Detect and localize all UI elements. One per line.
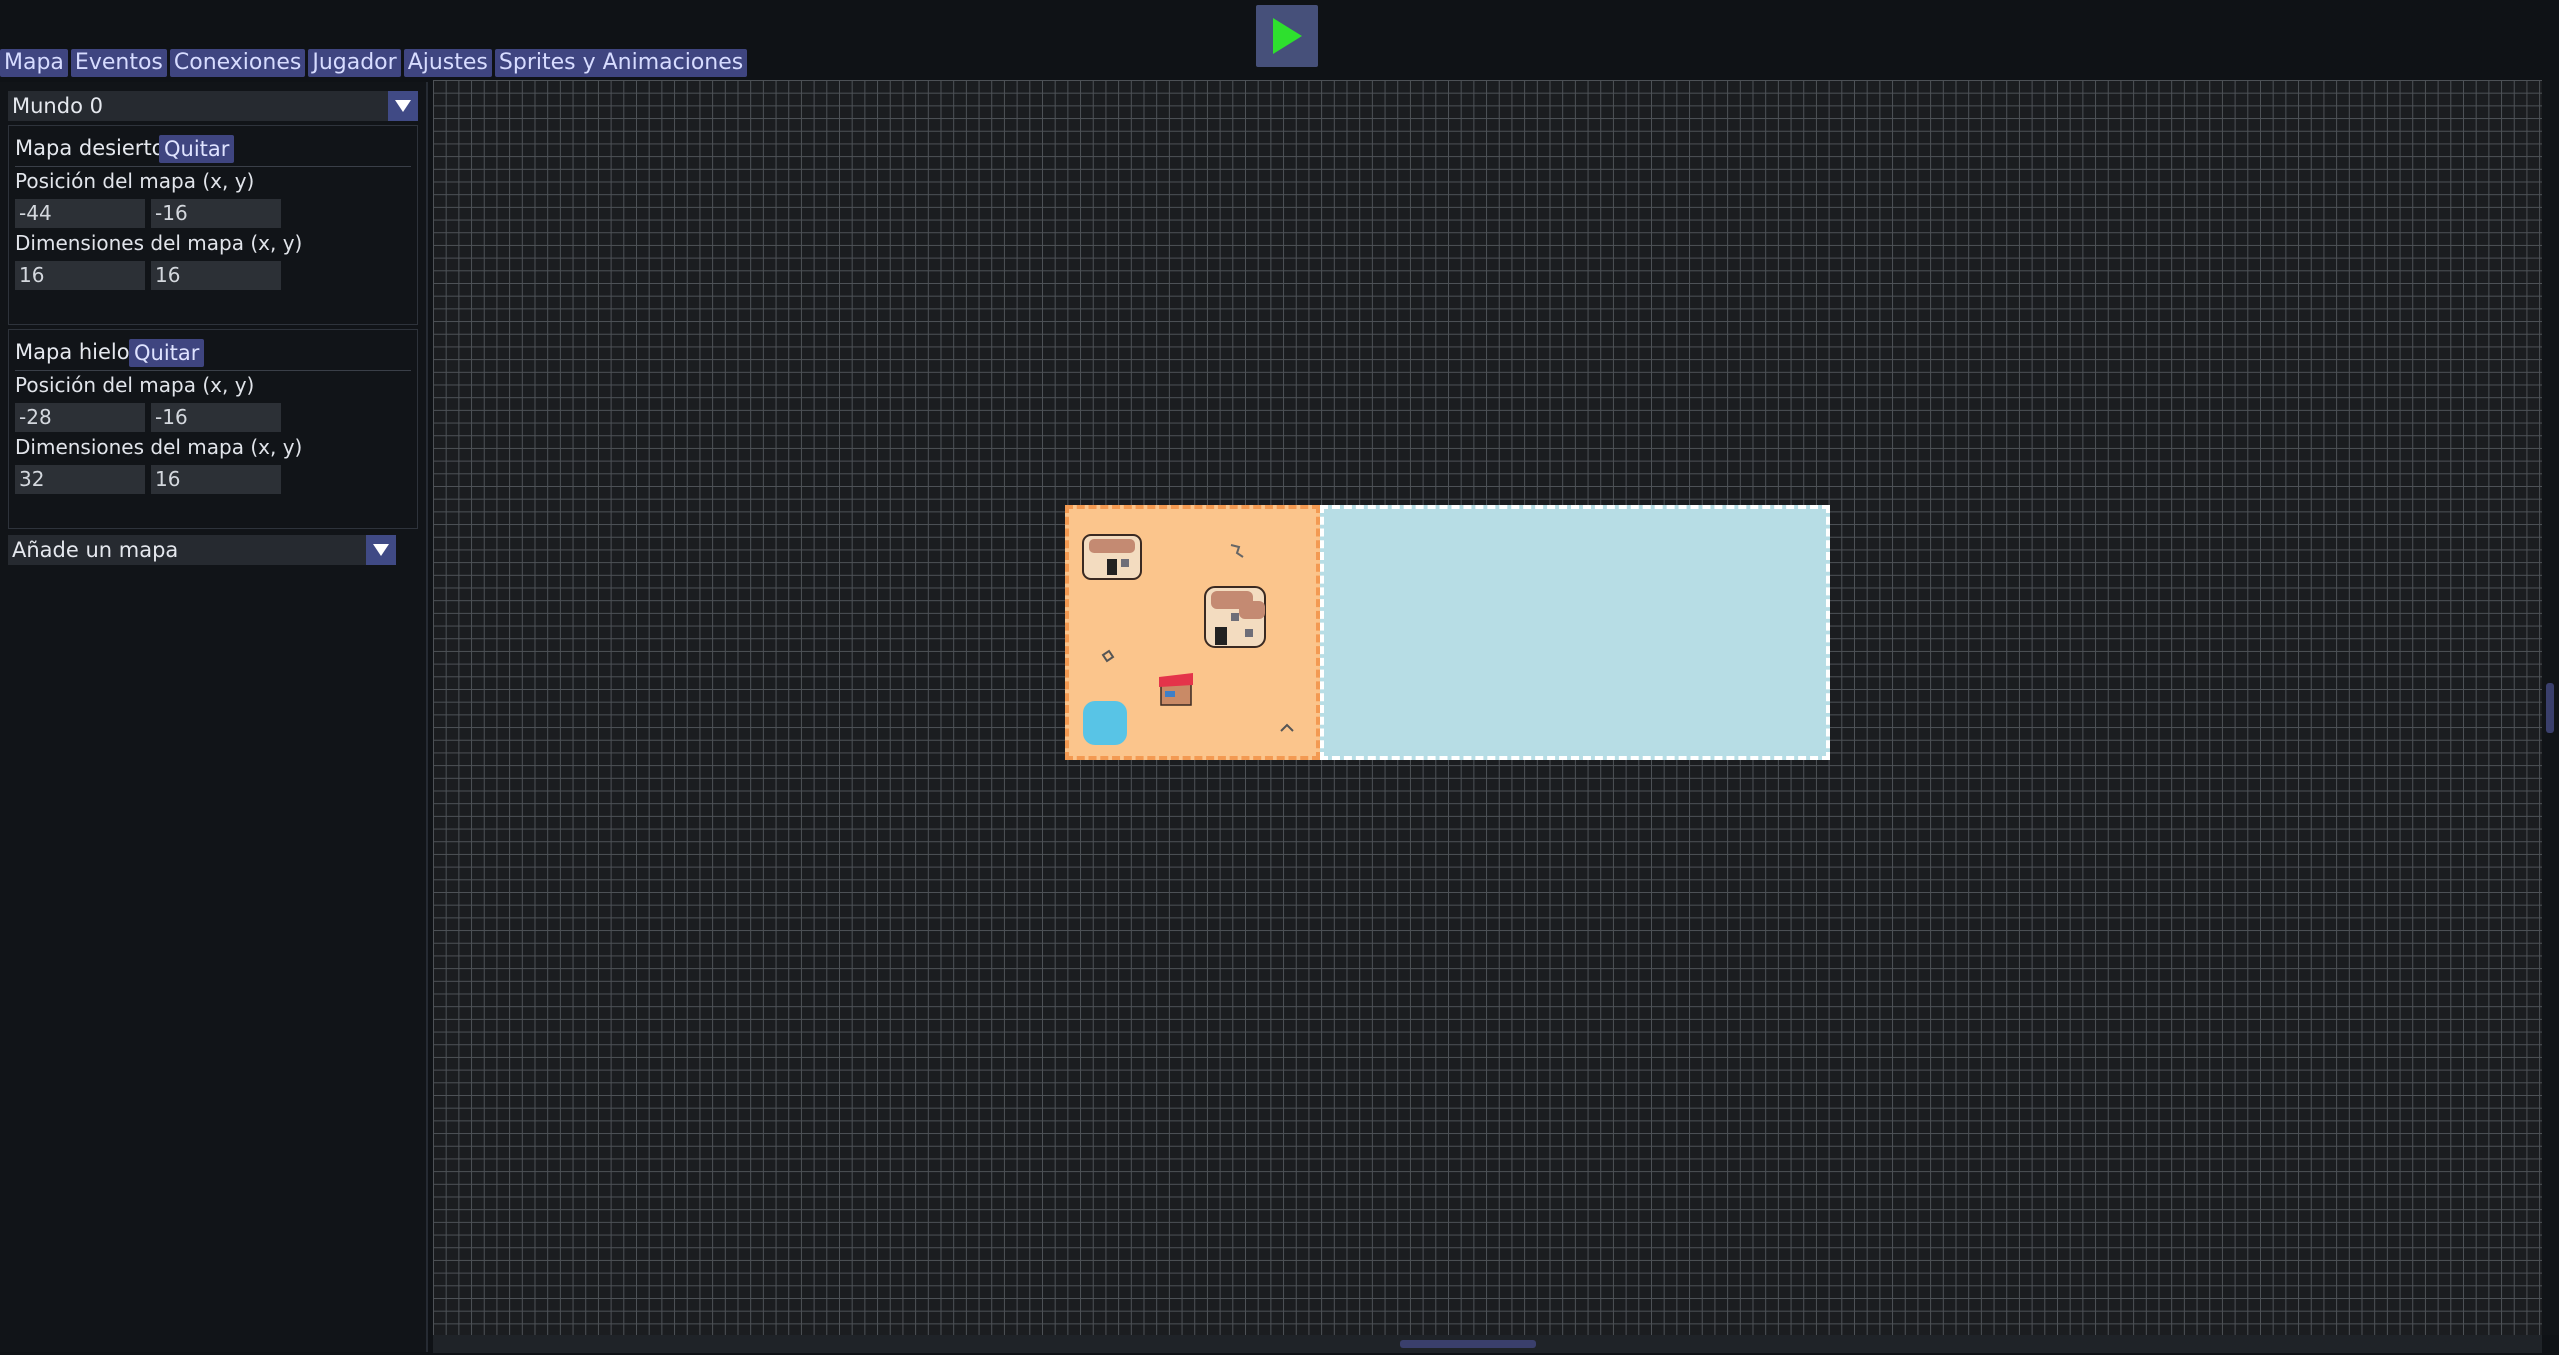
tab-bar: Mapa Eventos Conexiones Jugador Ajustes …: [0, 49, 748, 77]
divider: [15, 370, 411, 371]
dimensions-label: Dimensiones del mapa (x, y): [15, 231, 303, 255]
tab-sprites-animaciones[interactable]: Sprites y Animaciones: [494, 49, 748, 77]
dimensions-y-input[interactable]: [151, 465, 281, 494]
triangle-down-icon: [388, 91, 418, 121]
tab-jugador[interactable]: Jugador: [308, 49, 401, 77]
position-label: Posición del mapa (x, y): [15, 169, 255, 193]
building-icon: [1204, 586, 1266, 648]
horizontal-scrollbar-thumb[interactable]: [1400, 1340, 1536, 1348]
add-map-select[interactable]: Añade un mapa: [8, 535, 396, 565]
bone-icon: [1280, 723, 1294, 732]
world-select-value: Mundo 0: [12, 94, 103, 118]
tab-eventos[interactable]: Eventos: [70, 49, 167, 77]
market-stall-icon: [1159, 673, 1193, 706]
tab-ajustes[interactable]: Ajustes: [403, 49, 492, 77]
desert-map-artwork: [1082, 534, 1294, 745]
bone-icon: [1230, 544, 1244, 558]
dimensions-x-input[interactable]: [15, 465, 145, 494]
house-icon: [1082, 534, 1142, 580]
rock-icon: [1101, 649, 1115, 663]
map-canvas-grid[interactable]: [433, 80, 2542, 1335]
map-hielo-tile[interactable]: [1320, 505, 1830, 760]
map-panel-hielo: Mapa hielo Quitar Posición del mapa (x, …: [8, 329, 418, 529]
play-icon: [1273, 18, 1302, 54]
dimensions-y-input[interactable]: [151, 261, 281, 290]
tab-conexiones[interactable]: Conexiones: [169, 49, 306, 77]
map-name: Mapa hielo: [15, 340, 130, 364]
divider: [15, 166, 411, 167]
remove-map-button[interactable]: Quitar: [129, 339, 205, 367]
position-y-input[interactable]: [151, 199, 281, 228]
remove-map-button[interactable]: Quitar: [159, 135, 235, 163]
map-name: Mapa desierto: [15, 136, 165, 160]
play-button[interactable]: [1256, 5, 1318, 67]
map-panel-desierto: Mapa desierto Quitar Posición del mapa (…: [8, 125, 418, 325]
position-x-input[interactable]: [15, 403, 145, 432]
map-desierto-tile[interactable]: [1065, 505, 1320, 760]
position-y-input[interactable]: [151, 403, 281, 432]
top-bar: Mapa Eventos Conexiones Jugador Ajustes …: [0, 0, 2559, 80]
position-label: Posición del mapa (x, y): [15, 373, 255, 397]
sidebar: Mundo 0 Mapa desierto Quitar Posición de…: [0, 82, 428, 1352]
vertical-scrollbar-thumb[interactable]: [2546, 683, 2554, 733]
triangle-down-icon: [366, 535, 396, 565]
dimensions-x-input[interactable]: [15, 261, 145, 290]
add-map-select-value: Añade un mapa: [12, 538, 179, 562]
position-x-input[interactable]: [15, 199, 145, 228]
tab-mapa[interactable]: Mapa: [0, 49, 68, 77]
dimensions-label: Dimensiones del mapa (x, y): [15, 435, 303, 459]
pond-icon: [1083, 701, 1127, 745]
world-select[interactable]: Mundo 0: [8, 91, 418, 121]
